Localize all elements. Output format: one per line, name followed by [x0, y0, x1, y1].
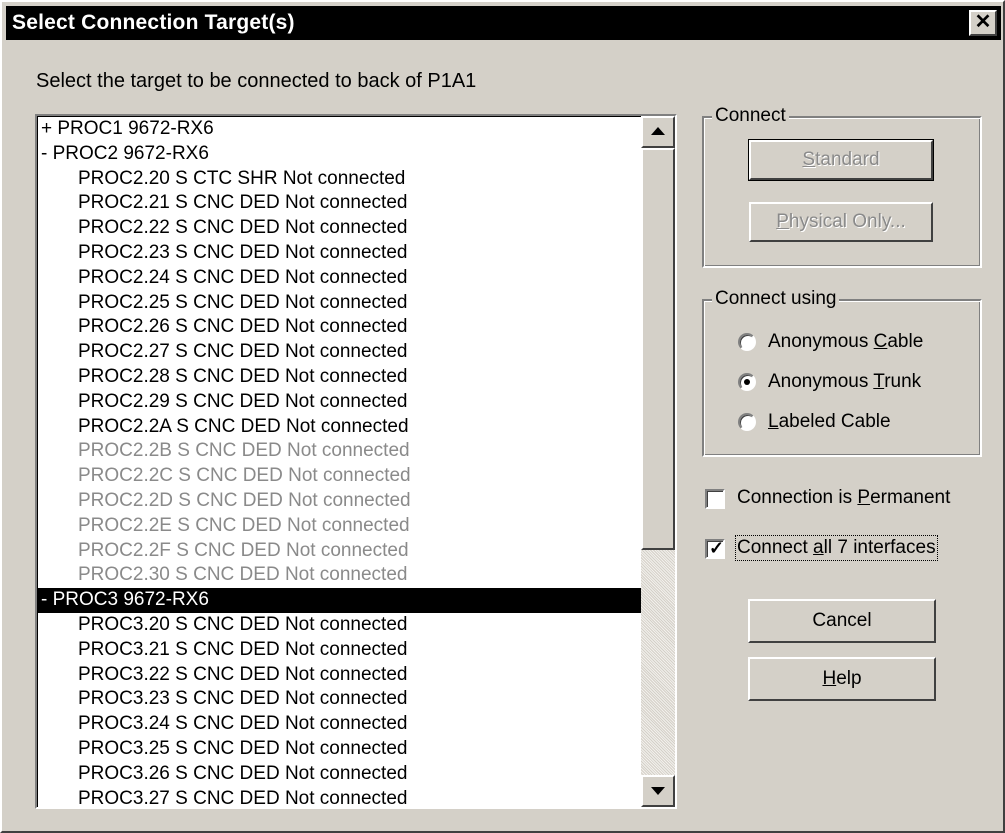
list-item-interface[interactable]: PROC3.23 S CNC DED Not connected	[38, 687, 641, 712]
instruction-label: Select the target to be connected to bac…	[36, 70, 477, 92]
list-item-interface[interactable]: PROC2.26 S CNC DED Not connected	[38, 315, 641, 340]
scroll-down-button[interactable]	[641, 775, 675, 807]
dialog-window: Select Connection Target(s) ✕ Select the…	[0, 0, 1005, 833]
vertical-scrollbar[interactable]	[641, 116, 675, 807]
dialog-title: Select Connection Target(s)	[12, 11, 295, 34]
scroll-up-arrow-icon	[651, 127, 665, 135]
list-item-interface[interactable]: PROC2.25 S CNC DED Not connected	[38, 291, 641, 316]
radio-dot-icon	[744, 379, 750, 385]
scroll-thumb[interactable]	[641, 148, 675, 550]
list-item-interface[interactable]: PROC2.2D S CNC DED Not connected	[38, 489, 641, 514]
list-item-interface[interactable]: PROC3.25 S CNC DED Not connected	[38, 737, 641, 762]
connect-group: Connect Standard Physical Only...	[702, 105, 982, 268]
radio-button[interactable]	[738, 413, 756, 431]
permanent-checkbox[interactable]	[705, 489, 725, 509]
close-button[interactable]: ✕	[969, 10, 997, 36]
title-bar[interactable]: Select Connection Target(s) ✕	[6, 6, 1001, 40]
list-item-interface[interactable]: PROC2.2A S CNC DED Not connected	[38, 415, 641, 440]
list-item-interface[interactable]: PROC2.21 S CNC DED Not connected	[38, 191, 641, 216]
list-item-interface[interactable]: PROC3.24 S CNC DED Not connected	[38, 712, 641, 737]
radio-button[interactable]	[738, 333, 756, 351]
connect-using-group: Connect using Anonymous Cable Anonymous …	[702, 288, 982, 457]
help-button[interactable]: Help	[748, 657, 936, 701]
cancel-button[interactable]: Cancel	[748, 599, 936, 643]
scroll-down-arrow-icon	[651, 787, 665, 795]
list-item-interface[interactable]: PROC2.29 S CNC DED Not connected	[38, 390, 641, 415]
checkmark-icon: ✓	[709, 538, 725, 558]
standard-button[interactable]: Standard	[748, 139, 934, 181]
list-item-interface[interactable]: PROC3.22 S CNC DED Not connected	[38, 663, 641, 688]
list-item-interface[interactable]: PROC3.21 S CNC DED Not connected	[38, 638, 641, 663]
list-item-interface[interactable]: PROC3.26 S CNC DED Not connected	[38, 762, 641, 787]
list-item-interface[interactable]: PROC2.24 S CNC DED Not connected	[38, 266, 641, 291]
target-list[interactable]: + PROC1 9672-RX6- PROC2 9672-RX6 PROC2.20…	[35, 114, 677, 809]
list-item-interface[interactable]: PROC3.20 S CNC DED Not connected	[38, 613, 641, 638]
list-item-interface[interactable]: PROC2.23 S CNC DED Not connected	[38, 241, 641, 266]
list-item-processor[interactable]: - PROC2 9672-RX6	[38, 142, 641, 167]
connect-group-title: Connect	[712, 105, 789, 127]
physical-only-button[interactable]: Physical Only...	[749, 202, 933, 242]
list-item-interface[interactable]: PROC2.20 S CTC SHR Not connected	[38, 167, 641, 192]
list-item-interface[interactable]: PROC2.2F S CNC DED Not connected	[38, 539, 641, 564]
list-item-interface[interactable]: PROC2.2B S CNC DED Not connected	[38, 439, 641, 464]
list-item-interface[interactable]: PROC3.27 S CNC DED Not connected	[38, 787, 641, 807]
target-list-items: + PROC1 9672-RX6- PROC2 9672-RX6 PROC2.20…	[37, 116, 641, 807]
all-interfaces-checkbox[interactable]: ✓	[705, 538, 725, 559]
list-item-interface[interactable]: PROC2.30 S CNC DED Not connected	[38, 563, 641, 588]
radio-button-selected[interactable]	[738, 373, 756, 391]
list-item-interface[interactable]: PROC2.2E S CNC DED Not connected	[38, 514, 641, 539]
list-item-processor[interactable]: - PROC3 9672-RX6	[38, 588, 641, 613]
scroll-up-button[interactable]	[641, 116, 675, 148]
list-item-interface[interactable]: PROC2.28 S CNC DED Not connected	[38, 365, 641, 390]
list-item-interface[interactable]: PROC2.27 S CNC DED Not connected	[38, 340, 641, 365]
list-item-processor[interactable]: + PROC1 9672-RX6	[38, 117, 641, 142]
connect-using-title: Connect using	[712, 288, 840, 310]
list-item-interface[interactable]: PROC2.22 S CNC DED Not connected	[38, 216, 641, 241]
close-icon: ✕	[974, 11, 992, 33]
list-item-interface[interactable]: PROC2.2C S CNC DED Not connected	[38, 464, 641, 489]
